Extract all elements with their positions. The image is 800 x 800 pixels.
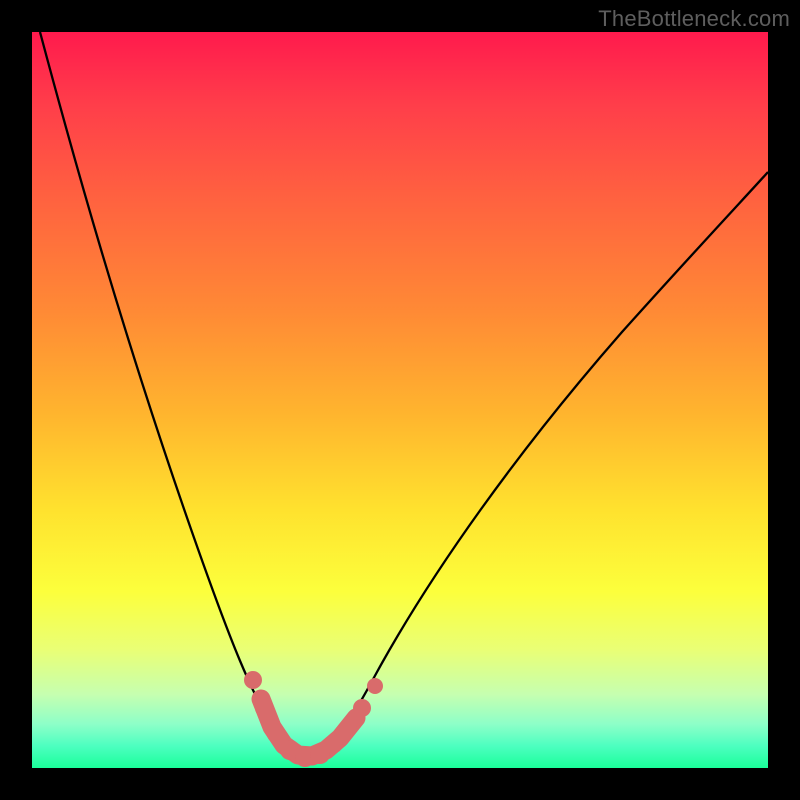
marker-dot xyxy=(267,725,285,743)
marker-dot xyxy=(353,699,371,717)
bottleneck-curve xyxy=(40,32,768,760)
marker-dot xyxy=(367,678,383,694)
marker-dot xyxy=(325,735,343,753)
plot-area xyxy=(32,32,768,768)
marker-dot xyxy=(244,671,262,689)
marker-dot xyxy=(339,719,357,737)
watermark-text: TheBottleneck.com xyxy=(598,6,790,32)
marker-dot xyxy=(255,699,273,717)
bottleneck-chart xyxy=(32,32,768,768)
